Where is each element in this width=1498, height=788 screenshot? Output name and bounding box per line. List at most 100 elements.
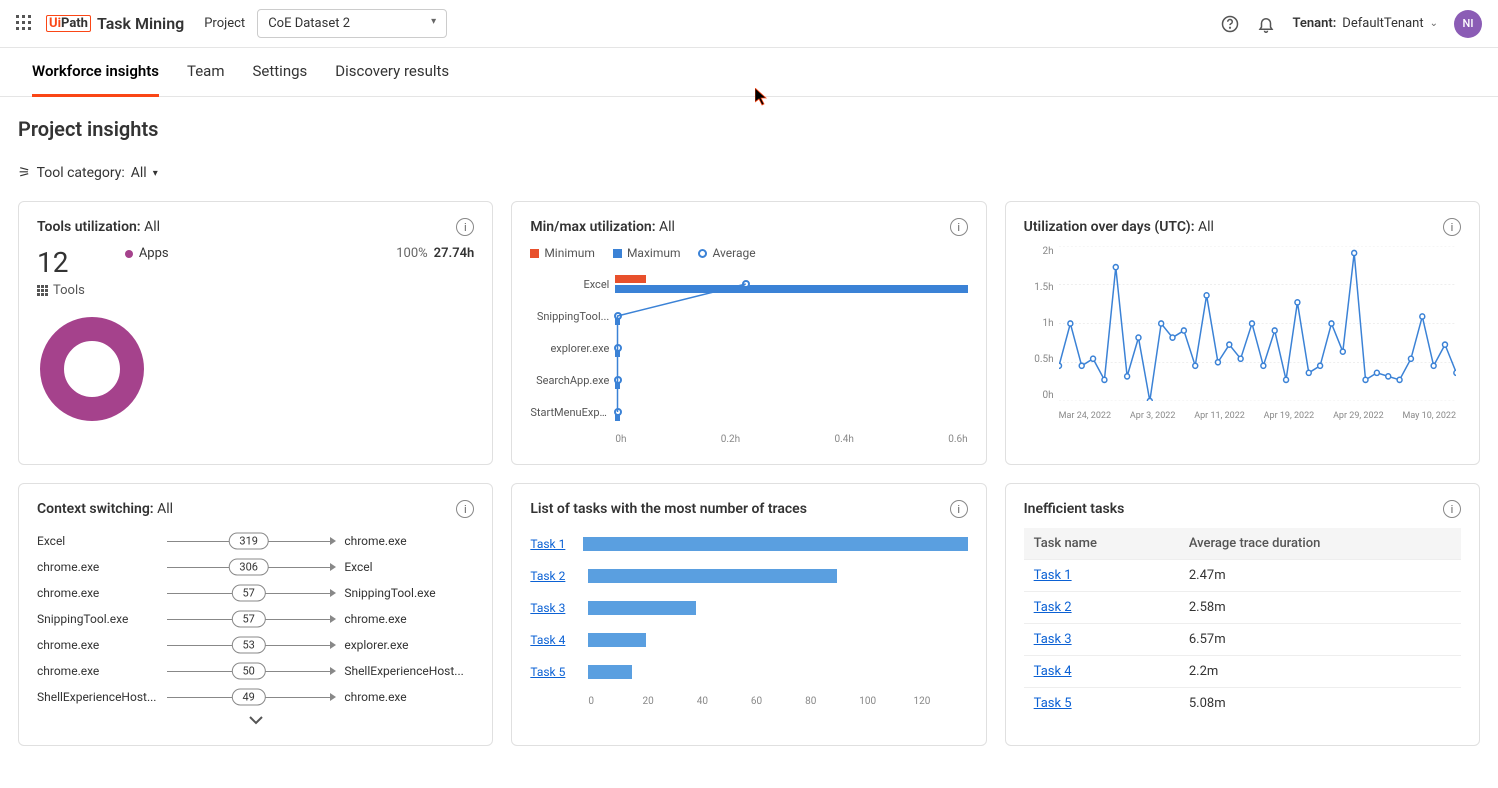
duration-cell: 5.08m — [1179, 688, 1461, 720]
logo-path: Path — [61, 16, 88, 31]
info-icon[interactable]: i — [456, 218, 474, 236]
task-link[interactable]: Task 3 — [530, 601, 580, 615]
ctx-from: SnippingTool.exe — [37, 612, 167, 626]
table-row: Task 1 2.47m — [1024, 560, 1461, 592]
card-title: Utilization over days (UTC): All — [1024, 219, 1214, 235]
arrow-right-icon — [330, 589, 336, 597]
task-link[interactable]: Task 4 — [1034, 664, 1072, 679]
info-icon[interactable]: i — [950, 218, 968, 236]
table-row: Task 3 6.57m — [1024, 624, 1461, 656]
task-link[interactable]: Task 2 — [1034, 600, 1072, 615]
card-task-traces: List of tasks with the most number of tr… — [511, 483, 986, 746]
util-line-chart: 2h1.5h1h0.5h0h Mar 24, 2022Apr 3, 2022Ap… — [1024, 246, 1461, 421]
card-title: Min/max utilization: All — [530, 219, 675, 235]
logo-product: Task Mining — [97, 14, 184, 33]
logo[interactable]: UiPath Task Mining — [46, 14, 184, 33]
page-title: Project insights — [18, 117, 1480, 141]
card-inefficient-tasks: Inefficient tasks i Task name Average tr… — [1005, 483, 1480, 746]
project-selected-value: CoE Dataset 2 — [268, 16, 350, 31]
ctx-count: 319 — [228, 533, 269, 550]
tools-summary: 100% 27.74h — [396, 246, 474, 261]
minmax-label: SnippingTool... — [530, 310, 615, 323]
project-label: Project — [204, 16, 245, 31]
filter-icon: ⚞ — [18, 165, 31, 181]
table-row: Task 2 2.58m — [1024, 592, 1461, 624]
ctx-to: chrome.exe — [344, 690, 474, 704]
ctx-from: chrome.exe — [37, 638, 167, 652]
tab-workforce-insights[interactable]: Workforce insights — [32, 48, 159, 97]
card-minmax-utilization: Min/max utilization: All i Minimum Maxim… — [511, 201, 986, 465]
arrow-right-icon — [330, 667, 336, 675]
ctx-to: chrome.exe — [344, 612, 474, 626]
avatar[interactable]: NI — [1454, 10, 1482, 38]
card-title: List of tasks with the most number of tr… — [530, 501, 807, 517]
info-icon[interactable]: i — [950, 500, 968, 518]
tenant-label: Tenant: — [1292, 16, 1336, 31]
donut-chart — [37, 314, 474, 428]
col-task-name: Task name — [1024, 528, 1179, 560]
context-row: chrome.exe 53 explorer.exe — [37, 632, 474, 658]
context-rows: Excel 319 chrome.exechrome.exe 306 Excel… — [37, 528, 474, 710]
project-select[interactable]: CoE Dataset 2 — [257, 9, 447, 38]
ctx-from: ShellExperienceHost... — [37, 690, 167, 704]
minmax-label: Excel — [530, 278, 615, 291]
task-link[interactable]: Task 4 — [530, 633, 580, 647]
arrow-right-icon — [330, 693, 336, 701]
card-context-switching: Context switching: All i Excel 319 chrom… — [18, 483, 493, 746]
ctx-to: SnippingTool.exe — [344, 586, 474, 600]
ctx-to: ShellExperienceHost... — [344, 664, 474, 678]
col-avg-duration: Average trace duration — [1179, 528, 1461, 560]
tools-sublabel: Tools — [37, 283, 85, 298]
expand-button[interactable] — [37, 714, 474, 729]
card-title: Context switching: All — [37, 501, 173, 517]
inefficient-tasks-table: Task name Average trace duration Task 1 … — [1024, 528, 1461, 719]
task-link[interactable]: Task 5 — [1034, 696, 1072, 711]
context-row: chrome.exe 306 Excel — [37, 554, 474, 580]
task-link[interactable]: Task 2 — [530, 569, 580, 583]
task-link[interactable]: Task 3 — [1034, 632, 1072, 647]
help-icon[interactable] — [1220, 14, 1240, 34]
tool-category-filter[interactable]: ⚞ Tool category: All ▾ — [18, 165, 1480, 181]
minmax-label: StartMenuExpe... — [530, 406, 615, 419]
ctx-to: explorer.exe — [344, 638, 474, 652]
ctx-count: 53 — [231, 637, 265, 654]
main-tabs: Workforce insights Team Settings Discove… — [0, 48, 1498, 97]
tenant-dropdown[interactable]: Tenant: DefaultTenant ⌄ — [1292, 16, 1438, 31]
bell-icon[interactable] — [1256, 14, 1276, 34]
chevron-down-icon: ▾ — [153, 168, 158, 179]
task-bar — [588, 569, 837, 583]
ctx-from: chrome.exe — [37, 560, 167, 574]
minmax-legend: Minimum Maximum Average — [530, 246, 967, 260]
table-row: Task 4 2.2m — [1024, 656, 1461, 688]
ctx-count: 57 — [231, 611, 265, 628]
task-link[interactable]: Task 1 — [1034, 568, 1072, 583]
context-row: Excel 319 chrome.exe — [37, 528, 474, 554]
apps-grid-icon[interactable] — [16, 15, 34, 33]
tab-settings[interactable]: Settings — [253, 48, 308, 96]
info-icon[interactable]: i — [456, 500, 474, 518]
task-bar — [588, 601, 696, 615]
minmax-chart: ExcelSnippingTool...explorer.exeSearchAp… — [530, 268, 967, 448]
duration-cell: 2.47m — [1179, 560, 1461, 592]
filter-value: All — [131, 165, 147, 181]
tasks-bar-chart: Task 1 Task 2 Task 3 Task 4 Task 5 02040… — [530, 528, 967, 707]
grid-icon — [37, 285, 49, 297]
info-icon[interactable]: i — [1443, 218, 1461, 236]
ctx-count: 50 — [231, 663, 265, 680]
ctx-from: chrome.exe — [37, 586, 167, 600]
logo-ui: Ui — [49, 16, 61, 31]
context-row: ShellExperienceHost... 49 chrome.exe — [37, 684, 474, 710]
arrow-right-icon — [330, 641, 336, 649]
tab-discovery-results[interactable]: Discovery results — [335, 48, 449, 96]
task-link[interactable]: Task 5 — [530, 665, 580, 679]
topbar: UiPath Task Mining Project CoE Dataset 2… — [0, 0, 1498, 48]
tab-team[interactable]: Team — [187, 48, 225, 96]
tools-count: 12 — [37, 246, 85, 279]
task-link[interactable]: Task 1 — [530, 537, 575, 551]
ctx-from: chrome.exe — [37, 664, 167, 678]
ctx-to: Excel — [344, 560, 474, 574]
info-icon[interactable]: i — [1443, 500, 1461, 518]
card-title: Inefficient tasks — [1024, 501, 1125, 517]
duration-cell: 2.2m — [1179, 656, 1461, 688]
context-row: chrome.exe 57 SnippingTool.exe — [37, 580, 474, 606]
